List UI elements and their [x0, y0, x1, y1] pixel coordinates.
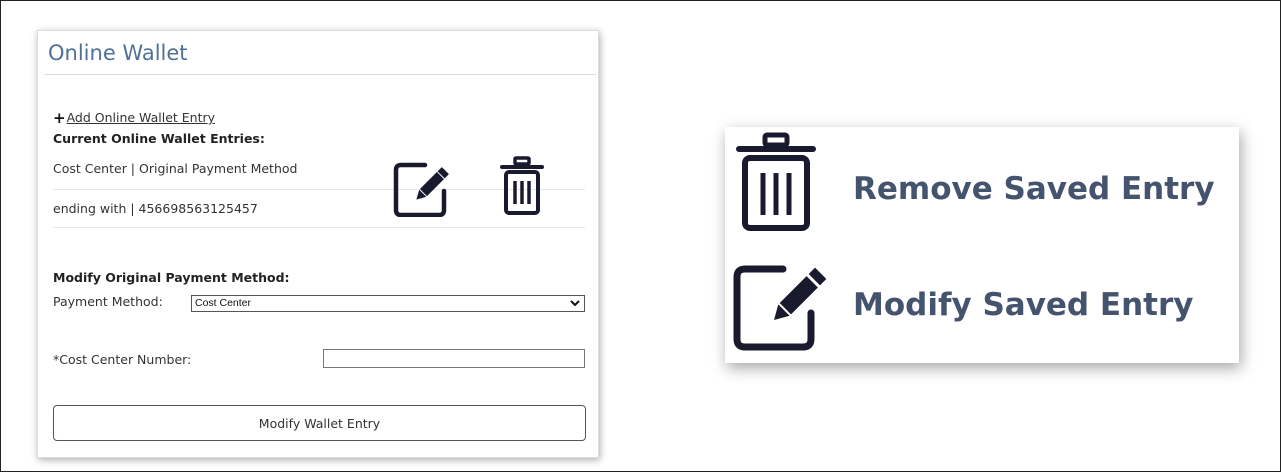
screenshot-frame: Online Wallet + Add Online Wallet Entry …: [0, 0, 1281, 472]
panel-title: Online Wallet: [48, 41, 188, 65]
payment-method-label: Payment Method:: [53, 294, 163, 309]
legend-remove-label: Remove Saved Entry: [853, 171, 1215, 207]
cost-center-input[interactable]: [323, 349, 585, 368]
legend-item-remove: Remove Saved Entry: [725, 127, 1239, 231]
payment-method-select[interactable]: Cost Center: [191, 295, 585, 312]
payment-method-value: Cost Center: [195, 297, 252, 309]
edit-icon: [733, 265, 827, 351]
add-wallet-entry-link[interactable]: + Add Online Wallet Entry: [53, 110, 215, 125]
current-entries-heading: Current Online Wallet Entries:: [53, 131, 265, 146]
legend-item-modify: Modify Saved Entry: [725, 253, 1239, 353]
legend-modify-label: Modify Saved Entry: [853, 287, 1194, 323]
title-divider: [44, 74, 596, 75]
entry-divider: [53, 227, 585, 228]
chevron-down-icon: [570, 300, 580, 307]
trash-icon: [736, 132, 816, 231]
online-wallet-panel: Online Wallet + Add Online Wallet Entry …: [37, 30, 599, 458]
add-wallet-entry-label: Add Online Wallet Entry: [66, 110, 216, 125]
wallet-entry-ending: ending with | 456698563125457: [53, 201, 258, 216]
cost-center-label: *Cost Center Number:: [53, 352, 192, 367]
edit-icon[interactable]: [393, 159, 469, 217]
trash-icon[interactable]: [498, 155, 546, 219]
modify-wallet-entry-button[interactable]: Modify Wallet Entry: [53, 405, 586, 441]
wallet-entry-type: Cost Center | Original Payment Method: [53, 161, 298, 176]
icon-legend-panel: Remove Saved Entry Modify Saved Entry: [725, 127, 1239, 363]
modify-payment-heading: Modify Original Payment Method:: [53, 270, 290, 285]
plus-icon: +: [53, 108, 66, 127]
